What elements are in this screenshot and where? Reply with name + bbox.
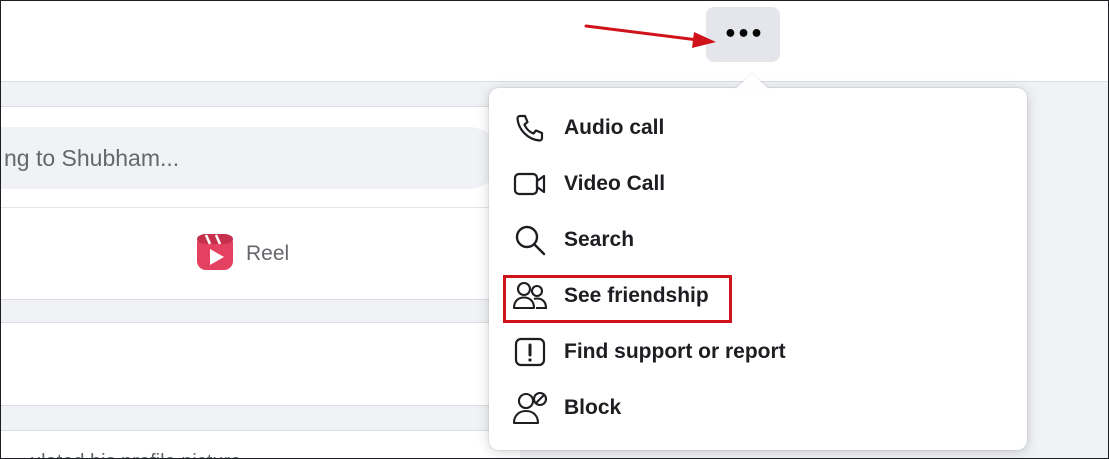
reel-icon xyxy=(196,233,234,276)
menu-item-label: Audio call xyxy=(564,116,665,139)
menu-item-video-call[interactable]: Video Call xyxy=(501,158,1015,210)
feed-card xyxy=(0,322,520,406)
write-post-input[interactable]: ng to Shubham... xyxy=(0,127,500,189)
top-bar: ••• xyxy=(0,0,1109,82)
reel-button[interactable]: Reel xyxy=(196,233,289,275)
menu-item-block[interactable]: Block xyxy=(501,382,1015,434)
menu-item-find-support[interactable]: Find support or report xyxy=(501,326,1015,378)
menu-item-see-friendship[interactable]: See friendship xyxy=(501,270,1015,322)
post-text: ulated his profile picture xyxy=(30,451,241,459)
menu-item-audio-call[interactable]: Audio call xyxy=(501,102,1015,154)
friends-icon xyxy=(512,278,548,314)
post-composer-card: ng to Shubham... Reel xyxy=(0,106,520,300)
menu-caret xyxy=(734,74,770,90)
search-icon xyxy=(512,222,548,258)
menu-item-label: Block xyxy=(564,396,622,419)
annotation-arrow xyxy=(584,24,716,48)
report-icon xyxy=(512,334,548,370)
menu-item-label: Find support or report xyxy=(564,340,786,363)
phone-icon xyxy=(512,110,548,146)
menu-item-label: Search xyxy=(564,228,635,251)
composer-divider xyxy=(0,207,500,208)
more-options-menu: Audio call Video Call Search See friends… xyxy=(489,88,1027,450)
menu-item-label: See friendship xyxy=(564,284,709,307)
reel-label: Reel xyxy=(246,242,290,265)
menu-item-search[interactable]: Search xyxy=(501,214,1015,266)
menu-item-label: Video Call xyxy=(564,172,666,195)
video-camera-icon xyxy=(512,166,548,202)
feed-post-card: ulated his profile picture xyxy=(0,430,520,459)
block-user-icon xyxy=(512,390,548,426)
